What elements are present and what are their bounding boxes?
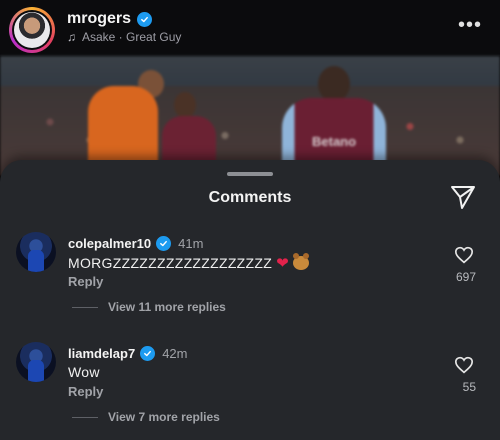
comment-like-count: 697 xyxy=(455,270,476,284)
heart-outline-icon[interactable] xyxy=(454,356,474,374)
comment-text-row: Wow xyxy=(68,364,100,380)
verified-badge-icon xyxy=(156,236,172,251)
comment-time: 41m xyxy=(178,236,204,251)
comment-reply-button[interactable]: Reply xyxy=(68,274,103,289)
post-header: mrogers ♫ Asake · Great Guy ••• xyxy=(0,0,500,56)
view-more-replies-text[interactable]: View 7 more replies xyxy=(108,410,220,424)
post-audio-text[interactable]: Asake · Great Guy xyxy=(82,30,181,44)
replies-divider-line xyxy=(72,416,98,418)
comment-username[interactable]: liamdelap7 xyxy=(68,346,135,361)
comment-text: MORGZZZZZZZZZZZZZZZZZZ xyxy=(68,255,273,271)
comment-like-count: 55 xyxy=(462,380,476,394)
music-note-icon: ♫ xyxy=(67,30,76,44)
heart-emoji: ❤ xyxy=(276,255,289,272)
comment-author-avatar[interactable] xyxy=(16,232,56,272)
post-audio-line[interactable]: ♫ Asake · Great Guy xyxy=(67,30,181,44)
photo-player-right-head xyxy=(318,66,350,102)
heart-outline-icon[interactable] xyxy=(454,246,474,264)
comment-username[interactable]: colepalmer10 xyxy=(68,236,151,251)
comment-text: Wow xyxy=(68,364,100,380)
comment-author-avatar[interactable] xyxy=(16,342,56,382)
sheet-drag-handle[interactable] xyxy=(227,172,273,176)
comment-reply-button[interactable]: Reply xyxy=(68,384,103,399)
send-paper-plane-icon[interactable] xyxy=(449,184,477,210)
view-more-replies-button[interactable]: View 7 more replies xyxy=(72,410,220,424)
verified-badge-icon xyxy=(137,11,153,27)
comment-author-row: colepalmer10 41m xyxy=(68,236,203,251)
view-more-replies-button[interactable]: View 11 more replies xyxy=(72,300,226,314)
comment-author-row: liamdelap7 42m xyxy=(68,346,188,361)
comment-time: 42m xyxy=(162,346,188,361)
post-author-username[interactable]: mrogers xyxy=(67,10,153,28)
photo-player-middle-head xyxy=(174,92,196,118)
comments-title: Comments xyxy=(208,189,292,206)
post-username-text[interactable]: mrogers xyxy=(67,10,131,28)
post-photo[interactable]: Betano xyxy=(0,56,500,176)
comment-text-row: MORGZZZZZZZZZZZZZZZZZZ ❤ xyxy=(68,253,309,272)
comments-sheet: Comments colepalmer10 41m MORGZZZZZZZZZZ… xyxy=(0,160,500,440)
verified-badge-icon xyxy=(140,346,156,361)
view-more-replies-text[interactable]: View 11 more replies xyxy=(108,300,226,314)
post-author-avatar[interactable] xyxy=(9,7,55,53)
replies-divider-line xyxy=(72,306,98,308)
more-options-icon[interactable]: ••• xyxy=(458,14,482,37)
bear-face-emoji xyxy=(292,253,309,270)
photo-shirt-sponsor: Betano xyxy=(312,134,357,149)
